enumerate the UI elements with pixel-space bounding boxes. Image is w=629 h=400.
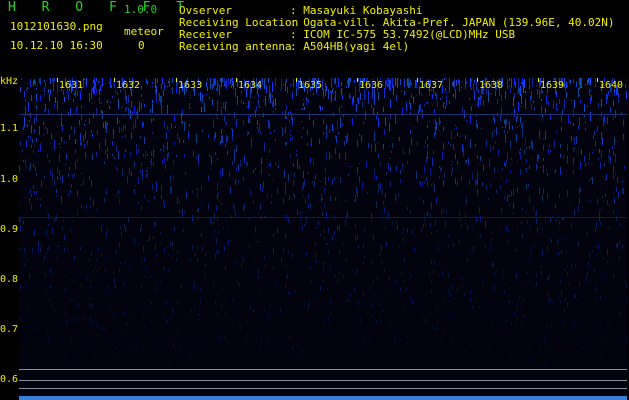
antenna-value: : A504HB(yagi 4el) [290, 40, 410, 53]
app-name: H R O F F T [8, 0, 194, 15]
antenna-label: Receiving antenna [179, 40, 292, 53]
y-tick-0-7: 0.7 [0, 324, 19, 335]
y-tick-1-0: 1.0 [0, 174, 19, 185]
signal-line-mid [19, 217, 627, 218]
y-tick-0-6: 0.6 [0, 374, 19, 385]
x-mark-1635 [296, 78, 297, 82]
x-mark-1638 [477, 78, 478, 82]
file-datetime: 10.12.10 16:30 [10, 39, 103, 52]
y-unit-label: kHz [0, 76, 19, 87]
x-tick-1632: 1632 [116, 80, 141, 91]
spectrogram-noise [19, 78, 627, 368]
x-mark-1631 [57, 78, 58, 82]
x-tick-1636: 1636 [359, 80, 384, 91]
x-tick-1635: 1635 [298, 80, 323, 91]
meteor-label: meteor [124, 25, 164, 38]
reference-line-3 [19, 388, 627, 389]
x-mark-1632 [114, 78, 115, 82]
meteor-count: 0 [138, 39, 145, 52]
reference-line-1 [19, 369, 627, 370]
x-mark-1640 [597, 78, 598, 82]
y-tick-0-9: 0.9 [0, 224, 19, 235]
x-tick-1634: 1634 [238, 80, 263, 91]
x-mark-1636 [357, 78, 358, 82]
x-tick-1639: 1639 [540, 80, 565, 91]
x-mark-1637 [417, 78, 418, 82]
x-mark-1634 [236, 78, 237, 82]
file-name: 1012101630.png [10, 20, 103, 33]
y-axis: kHz 1.1 1.0 0.9 0.8 0.7 0.6 [0, 76, 19, 400]
bottom-trace [19, 396, 627, 400]
x-tick-1640: 1640 [599, 80, 624, 91]
app-version: 1.0.0 [124, 3, 158, 16]
header-panel: H R O F F T 1.0.0 1012101630.png 10.12.1… [0, 0, 629, 78]
x-mark-1639 [538, 78, 539, 82]
y-tick-0-8: 0.8 [0, 274, 19, 285]
x-tick-1638: 1638 [479, 80, 504, 91]
signal-line-upper [19, 114, 627, 115]
y-tick-1-1: 1.1 [0, 123, 19, 134]
x-tick-1637: 1637 [419, 80, 444, 91]
spectrogram: 1631 1632 1633 1634 1635 1636 1637 1638 … [19, 78, 627, 400]
x-mark-1633 [176, 78, 177, 82]
x-tick-1631: 1631 [59, 80, 84, 91]
reference-line-2 [19, 380, 627, 381]
x-tick-1633: 1633 [178, 80, 203, 91]
